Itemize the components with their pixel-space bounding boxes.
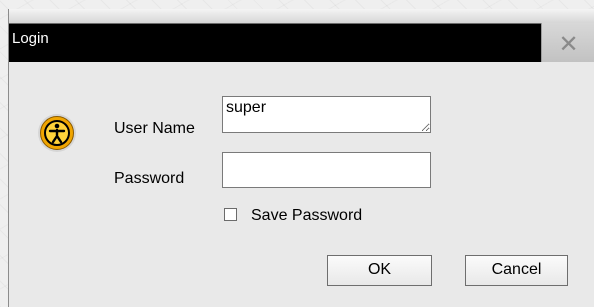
window-title: Login	[12, 30, 49, 47]
close-button[interactable]: ✕	[541, 23, 594, 62]
title-bar[interactable]: Login ✕	[9, 9, 594, 62]
username-input[interactable]: super	[222, 96, 431, 133]
password-input[interactable]	[222, 152, 431, 188]
save-password-label[interactable]: Save Password	[251, 206, 362, 225]
username-label: User Name	[114, 120, 195, 137]
cancel-button[interactable]: Cancel	[465, 255, 568, 286]
close-icon: ✕	[558, 30, 579, 58]
ok-button[interactable]: OK	[327, 255, 432, 286]
password-label: Password	[114, 170, 185, 187]
save-password-checkbox[interactable]	[224, 208, 237, 221]
accessibility-icon	[38, 114, 76, 152]
